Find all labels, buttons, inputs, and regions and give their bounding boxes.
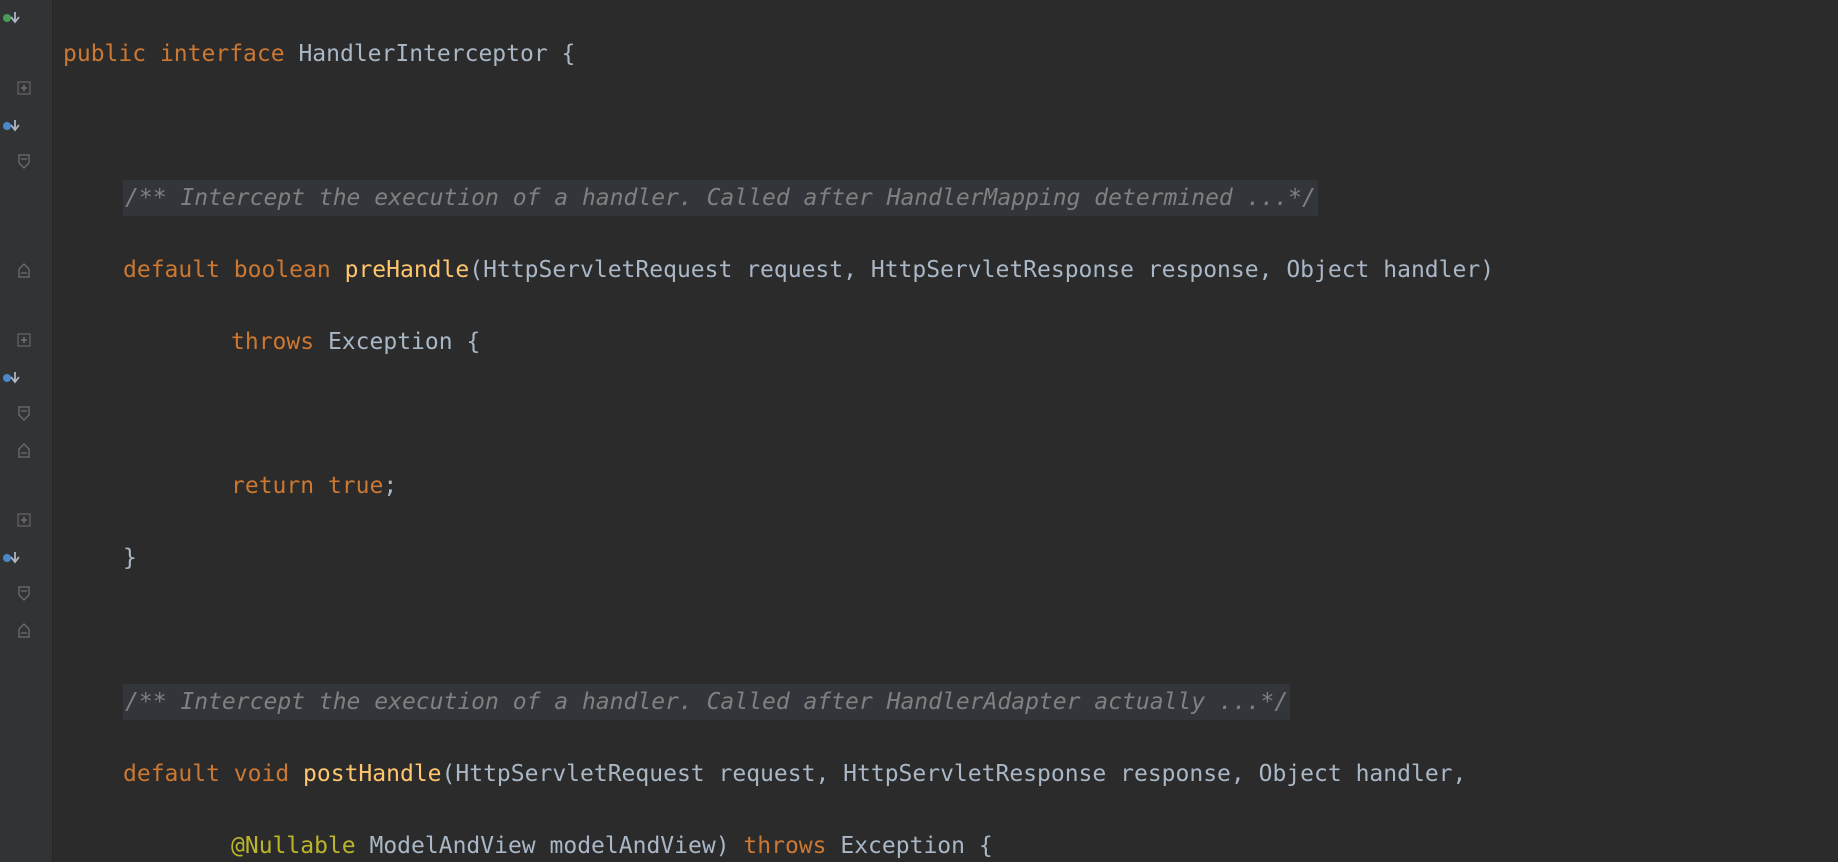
keyword-throws: throws <box>231 329 314 355</box>
param-type: HttpServletRequest <box>483 257 732 283</box>
method-name: preHandle <box>345 257 470 283</box>
comma: , <box>843 257 857 283</box>
fold-expand-icon[interactable] <box>17 81 35 99</box>
comma: , <box>1453 761 1467 787</box>
fold-expand-icon[interactable] <box>17 333 35 351</box>
keyword-boolean: boolean <box>234 257 331 283</box>
param-type: Object <box>1259 761 1342 787</box>
code-line: default boolean preHandle(HttpServletReq… <box>63 252 1536 288</box>
annotation-nullable: @Nullable <box>231 833 356 859</box>
override-marker-icon[interactable] <box>2 369 20 387</box>
fold-region-end-icon[interactable] <box>17 621 35 639</box>
code-line: public interface HandlerInterceptor { <box>63 36 1536 72</box>
blank-line <box>63 108 1536 144</box>
code-line: return true; <box>63 468 1536 504</box>
lparen: ( <box>469 257 483 283</box>
lbrace: { <box>979 833 993 859</box>
param-type: Object <box>1286 257 1369 283</box>
lbrace: { <box>466 329 480 355</box>
fold-expand-icon[interactable] <box>17 513 35 531</box>
exception-type: Exception <box>840 833 965 859</box>
fold-region-start-icon[interactable] <box>17 153 35 171</box>
code-line: throws Exception { <box>63 324 1536 360</box>
keyword-interface: interface <box>160 41 285 67</box>
lbrace: { <box>562 41 576 67</box>
fold-region-start-icon[interactable] <box>17 405 35 423</box>
keyword-return: return <box>231 473 314 499</box>
rparen: ) <box>716 833 730 859</box>
keyword-true: true <box>328 473 383 499</box>
gutter <box>0 0 53 862</box>
blank-line <box>63 396 1536 432</box>
code-editor: public interface HandlerInterceptor { /*… <box>0 0 1838 862</box>
rbrace: } <box>123 545 137 571</box>
param-name: request <box>746 257 843 283</box>
param-name: response <box>1120 761 1231 787</box>
override-marker-icon[interactable] <box>2 117 20 135</box>
override-marker-icon[interactable] <box>2 549 20 567</box>
keyword-default: default <box>123 761 220 787</box>
keyword-void: void <box>234 761 289 787</box>
folded-javadoc-comment[interactable]: /** Intercept the execution of a handler… <box>123 684 1290 720</box>
param-type: ModelAndView <box>369 833 535 859</box>
fold-region-start-icon[interactable] <box>17 585 35 603</box>
method-name: postHandle <box>303 761 441 787</box>
exception-type: Exception <box>328 329 453 355</box>
blank-line <box>63 612 1536 648</box>
fold-region-end-icon[interactable] <box>17 261 35 279</box>
code-area[interactable]: public interface HandlerInterceptor { /*… <box>53 0 1536 862</box>
comma: , <box>1231 761 1245 787</box>
keyword-default: default <box>123 257 220 283</box>
folded-javadoc-comment[interactable]: /** Intercept the execution of a handler… <box>123 180 1318 216</box>
code-line: /** Intercept the execution of a handler… <box>63 684 1536 720</box>
param-name: handler <box>1356 761 1453 787</box>
code-line: /** Intercept the execution of a handler… <box>63 180 1536 216</box>
param-type: HttpServletResponse <box>871 257 1134 283</box>
code-line: default void postHandle(HttpServletReque… <box>63 756 1536 792</box>
comma: , <box>1259 257 1273 283</box>
rparen: ) <box>1480 257 1494 283</box>
comma: , <box>815 761 829 787</box>
param-type: HttpServletResponse <box>843 761 1106 787</box>
keyword-throws: throws <box>743 833 826 859</box>
param-type: HttpServletRequest <box>455 761 704 787</box>
param-name: request <box>719 761 816 787</box>
param-name: modelAndView <box>550 833 716 859</box>
override-marker-icon[interactable] <box>2 9 20 27</box>
keyword-public: public <box>63 41 146 67</box>
lparen: ( <box>442 761 456 787</box>
semicolon: ; <box>383 473 397 499</box>
param-name: response <box>1148 257 1259 283</box>
code-line: @Nullable ModelAndView modelAndView) thr… <box>63 828 1536 862</box>
interface-name: HandlerInterceptor <box>298 41 547 67</box>
fold-region-end-icon[interactable] <box>17 441 35 459</box>
param-name: handler <box>1383 257 1480 283</box>
code-line: } <box>63 540 1536 576</box>
